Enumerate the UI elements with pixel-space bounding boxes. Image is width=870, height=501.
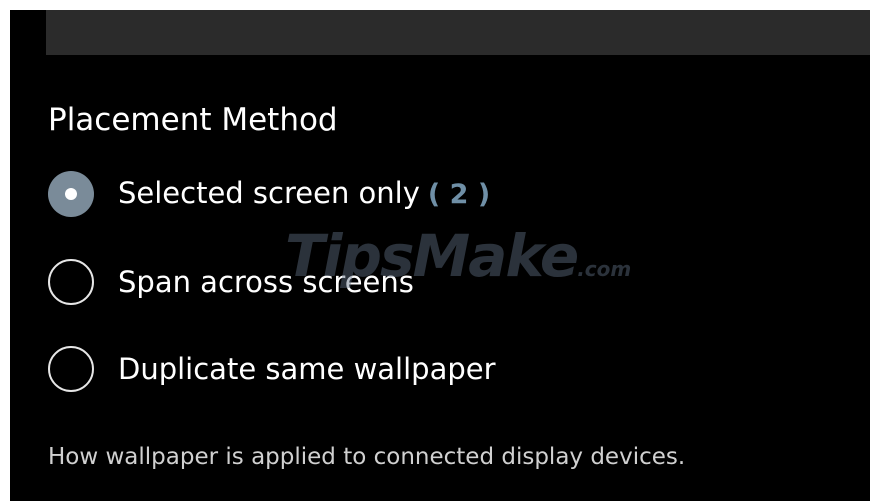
radio-option-label: Span across screens (118, 265, 414, 299)
section-title: Placement Method (48, 102, 338, 138)
radio-unchecked-icon[interactable] (48, 346, 94, 392)
radio-option-span-across-screens[interactable]: Span across screens (48, 257, 414, 307)
settings-panel: Placement Method Selected screen only( 2… (10, 10, 870, 501)
placement-description: How wallpaper is applied to connected di… (48, 444, 686, 470)
top-bar (46, 10, 870, 55)
radio-option-selected-screen-only[interactable]: Selected screen only( 2 ) (48, 169, 490, 219)
watermark-suffix: .com (577, 257, 632, 281)
screen-count: ( 2 ) (427, 179, 491, 210)
radio-option-label: Duplicate same wallpaper (118, 352, 496, 386)
radio-unchecked-icon[interactable] (48, 259, 94, 305)
radio-option-label: Selected screen only( 2 ) (118, 176, 490, 212)
radio-checked-icon[interactable] (48, 171, 94, 217)
option-text: Selected screen only (118, 176, 420, 210)
radio-option-duplicate-same-wallpaper[interactable]: Duplicate same wallpaper (48, 344, 496, 394)
